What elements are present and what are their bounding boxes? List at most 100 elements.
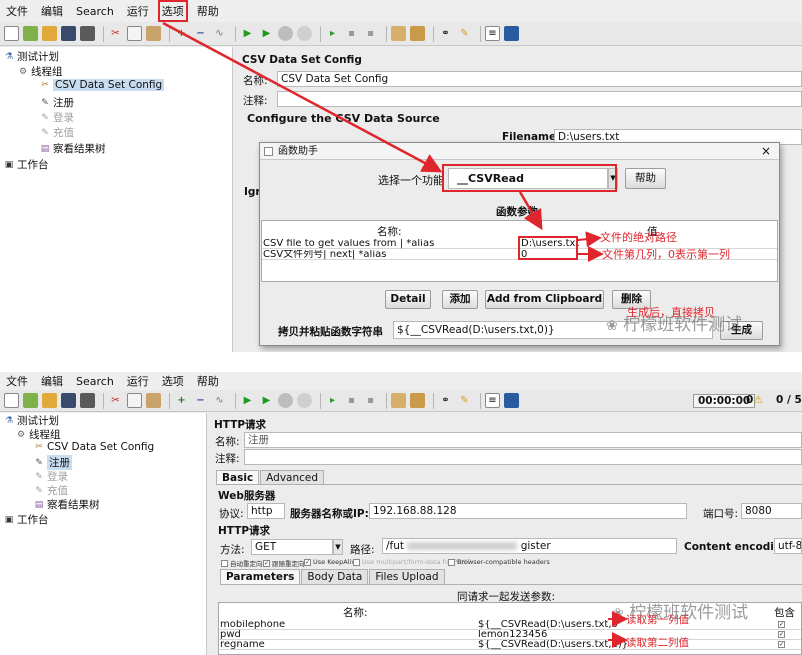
search-binoculars-icon[interactable]: ⚭ bbox=[438, 393, 453, 408]
start-icon[interactable]: ▶ bbox=[240, 393, 255, 408]
menu-help[interactable]: 帮助 bbox=[195, 372, 221, 390]
tree-test-plan[interactable]: ⚗ 测试计划 bbox=[4, 413, 59, 428]
save-as-icon[interactable] bbox=[80, 393, 95, 408]
tree-register[interactable]: ✎ 注册 bbox=[40, 95, 74, 110]
menu-edit[interactable]: 编辑 bbox=[39, 372, 65, 390]
include-checkbox[interactable]: ✓ bbox=[778, 631, 785, 638]
menu-run[interactable]: 运行 bbox=[125, 2, 151, 20]
chevron-down-icon[interactable]: ▼ bbox=[333, 539, 343, 555]
port-field[interactable]: 8080 bbox=[741, 503, 802, 519]
cut-icon[interactable]: ✂ bbox=[108, 393, 123, 408]
table-row[interactable]: pwd lemon123456 ✓ bbox=[219, 630, 801, 640]
remote-start-icon[interactable]: ▸ bbox=[325, 26, 340, 41]
menu-edit[interactable]: 编辑 bbox=[39, 2, 65, 20]
menu-run[interactable]: 运行 bbox=[125, 372, 151, 390]
tab-basic[interactable]: Basic bbox=[216, 470, 260, 485]
include-checkbox[interactable]: ✓ bbox=[778, 641, 785, 648]
encoding-field[interactable]: utf-8 bbox=[774, 538, 802, 554]
tab-parameters[interactable]: Parameters bbox=[220, 569, 301, 584]
copy-icon[interactable] bbox=[127, 393, 142, 408]
comment-field[interactable] bbox=[244, 449, 802, 465]
menu-options[interactable]: 选项 bbox=[157, 0, 188, 22]
path-field[interactable]: /fut gister bbox=[382, 538, 677, 554]
menu-file[interactable]: 文件 bbox=[4, 372, 30, 390]
menu-options[interactable]: 选项 bbox=[160, 372, 186, 390]
add-from-clipboard-button[interactable]: Add from Clipboard bbox=[485, 290, 604, 309]
menu-search[interactable]: Search bbox=[74, 4, 116, 19]
expand-icon[interactable]: + bbox=[174, 393, 189, 408]
save-icon[interactable] bbox=[61, 26, 76, 41]
toggle-icon[interactable]: ∿ bbox=[212, 26, 227, 41]
tree-thread-group[interactable]: ⚙ 线程组 bbox=[16, 427, 61, 442]
start-icon[interactable]: ▶ bbox=[240, 26, 255, 41]
function-helper-icon[interactable]: ≡ bbox=[485, 26, 500, 41]
tree-test-plan[interactable]: ⚗ 测试计划 bbox=[4, 49, 59, 64]
tree-login[interactable]: ✎ 登录 bbox=[34, 469, 68, 484]
detail-button[interactable]: Detail bbox=[385, 290, 431, 309]
new-icon[interactable] bbox=[4, 393, 19, 408]
clear-all-icon[interactable] bbox=[410, 393, 425, 408]
tab-files-upload[interactable]: Files Upload bbox=[369, 569, 445, 584]
collapse-icon[interactable]: − bbox=[193, 26, 208, 41]
clear-icon[interactable] bbox=[391, 26, 406, 41]
follow-redirect-checkbox[interactable]: ✓ 跟随重定向 bbox=[263, 558, 305, 568]
stop-icon[interactable] bbox=[278, 26, 293, 41]
remote-exit-icon[interactable]: ▪ bbox=[363, 26, 378, 41]
copy-icon[interactable] bbox=[127, 26, 142, 41]
tree-results-tree[interactable]: ▤ 察看结果树 bbox=[34, 497, 100, 512]
tree-results-tree[interactable]: ▤ 察看结果树 bbox=[40, 141, 106, 156]
remote-stop-icon[interactable]: ▪ bbox=[344, 393, 359, 408]
reset-search-icon[interactable]: ✎ bbox=[457, 393, 472, 408]
help-button[interactable]: 帮助 bbox=[625, 168, 666, 189]
menu-help[interactable]: 帮助 bbox=[195, 2, 221, 20]
server-field[interactable]: 192.168.88.128 bbox=[369, 503, 687, 519]
name-field[interactable]: 注册 bbox=[244, 432, 802, 448]
save-as-icon[interactable] bbox=[80, 26, 95, 41]
save-icon[interactable] bbox=[61, 393, 76, 408]
menu-file[interactable]: 文件 bbox=[4, 2, 30, 20]
comment-field[interactable] bbox=[277, 91, 802, 107]
table-row[interactable]: regname ${__CSVRead(D:\users.txt,1)} ✓ bbox=[219, 640, 801, 650]
collapse-icon[interactable]: − bbox=[193, 393, 208, 408]
new-icon[interactable] bbox=[4, 26, 19, 41]
open-icon[interactable] bbox=[42, 393, 57, 408]
tree-recharge[interactable]: ✎ 充值 bbox=[40, 125, 74, 140]
menu-search[interactable]: Search bbox=[74, 374, 116, 389]
keepalive-checkbox[interactable]: ✓ Use KeepAlive bbox=[304, 558, 359, 566]
browser-headers-checkbox[interactable]: Browser-compatible headers bbox=[448, 558, 550, 566]
reset-search-icon[interactable]: ✎ bbox=[457, 26, 472, 41]
function-helper-icon[interactable]: ≡ bbox=[485, 393, 500, 408]
start-no-pause-icon[interactable]: ▶ bbox=[259, 26, 274, 41]
include-checkbox[interactable]: ✓ bbox=[778, 621, 785, 628]
tab-advanced[interactable]: Advanced bbox=[260, 470, 325, 485]
paste-icon[interactable] bbox=[146, 26, 161, 41]
shutdown-icon[interactable] bbox=[297, 26, 312, 41]
add-button[interactable]: 添加 bbox=[442, 290, 478, 309]
tab-body-data[interactable]: Body Data bbox=[301, 569, 369, 584]
toggle-icon[interactable]: ∿ bbox=[212, 393, 227, 408]
templates-icon[interactable] bbox=[23, 393, 38, 408]
tree-recharge[interactable]: ✎ 充值 bbox=[34, 483, 68, 498]
help-book-icon[interactable] bbox=[504, 393, 519, 408]
protocol-field[interactable]: http bbox=[247, 503, 285, 519]
tree-login[interactable]: ✎ 登录 bbox=[40, 110, 74, 125]
remote-start-icon[interactable]: ▸ bbox=[325, 393, 340, 408]
remote-stop-icon[interactable]: ▪ bbox=[344, 26, 359, 41]
tree-register[interactable]: ✎ 注册 bbox=[34, 455, 72, 470]
tree-thread-group[interactable]: ⚙ 线程组 bbox=[18, 64, 63, 79]
remote-exit-icon[interactable]: ▪ bbox=[363, 393, 378, 408]
start-no-pause-icon[interactable]: ▶ bbox=[259, 393, 274, 408]
tree-workbench[interactable]: ▣ 工作台 bbox=[4, 512, 49, 527]
method-select[interactable]: GET bbox=[251, 539, 333, 555]
open-icon[interactable] bbox=[42, 26, 57, 41]
close-icon[interactable]: × bbox=[761, 143, 771, 160]
stop-icon[interactable] bbox=[278, 393, 293, 408]
clear-icon[interactable] bbox=[391, 393, 406, 408]
tree-csv-config[interactable]: ✂ CSV Data Set Config bbox=[34, 441, 154, 453]
templates-icon[interactable] bbox=[23, 26, 38, 41]
tree-csv-config[interactable]: ✂ CSV Data Set Config bbox=[40, 79, 165, 91]
paste-icon[interactable] bbox=[146, 393, 161, 408]
clear-all-icon[interactable] bbox=[410, 26, 425, 41]
help-book-icon[interactable] bbox=[504, 26, 519, 41]
cut-icon[interactable]: ✂ bbox=[108, 26, 123, 41]
